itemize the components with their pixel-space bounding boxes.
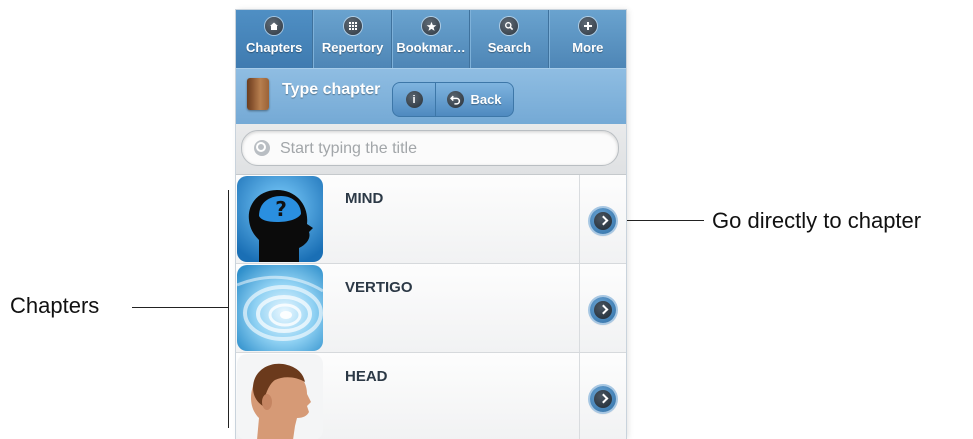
row-divider [579,353,580,439]
info-button[interactable]: i [393,83,436,116]
star-icon [422,17,441,35]
tab-repertory[interactable]: Repertory [313,10,392,68]
app-screen: Chapters Repertory Bookmar… Search More [236,10,626,439]
go-directly-annotation: Go directly to chapter [712,208,922,233]
svg-text:?: ? [275,197,287,221]
chapters-annotation-line [132,307,228,308]
book-icon [247,78,269,110]
chapters-annotation: Chapters [10,293,100,318]
tab-label: Repertory [321,40,384,55]
chapters-bracket-line [228,190,229,428]
chevron-right-icon[interactable] [590,386,616,412]
back-button[interactable]: Back [436,83,513,116]
row-divider [579,175,580,263]
chapter-title: VERTIGO [345,279,413,296]
tab-more[interactable]: More [548,10,626,68]
back-button-label: Back [470,92,502,107]
head-thumbnail [237,354,323,439]
chevron-right-icon[interactable] [590,297,616,323]
back-arrow-icon [447,91,465,108]
tab-label: Search [487,40,532,55]
plus-icon [578,17,597,35]
info-icon: i [405,91,423,108]
chapter-title: HEAD [345,368,388,385]
mind-thumbnail: ? [237,176,323,262]
tab-label: Bookmar… [396,40,466,55]
list-item-mind[interactable]: ? MIND [236,175,626,264]
tab-bar: Chapters Repertory Bookmar… Search More [236,10,626,68]
search-bar [236,124,626,175]
grid-icon [343,17,362,35]
search-field[interactable] [241,130,619,167]
search-icon [254,140,270,156]
tab-chapters[interactable]: Chapters [236,10,314,68]
header-button-group: i Back [392,82,514,117]
home-icon [265,17,284,35]
chapter-title: MIND [345,190,384,207]
list-item-vertigo[interactable]: VERTIGO [236,264,626,353]
page-title: Type chapter [282,81,381,98]
tab-bookmarks[interactable]: Bookmar… [391,10,471,68]
chapter-list: ? MIND VERTIGO HEAD [236,175,626,439]
search-input[interactable] [278,131,612,167]
search-icon [500,17,519,35]
tab-label: Chapters [246,40,303,55]
chevron-right-icon[interactable] [590,208,616,234]
go-directly-annotation-line [616,220,704,221]
tab-label: More [572,40,604,55]
list-item-head[interactable]: HEAD [236,353,626,439]
row-divider [579,264,580,352]
page-header: Type chapter i Back [236,68,626,126]
tab-search[interactable]: Search [470,10,549,68]
vertigo-thumbnail [237,265,323,351]
